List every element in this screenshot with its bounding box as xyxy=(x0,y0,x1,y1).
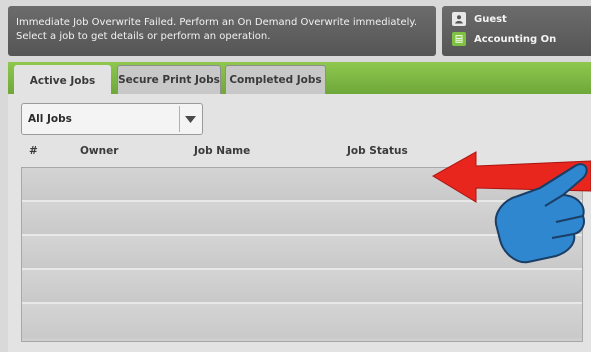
job-filter-dropdown[interactable]: All Jobs xyxy=(21,103,203,135)
column-header-owner: Owner xyxy=(80,145,119,157)
column-header-number: # xyxy=(29,145,38,157)
table-row[interactable] xyxy=(22,236,582,270)
user-label: Guest xyxy=(474,13,507,25)
login-user[interactable]: Guest xyxy=(452,12,507,26)
chevron-down-icon[interactable] xyxy=(179,106,200,132)
table-row[interactable] xyxy=(22,304,582,338)
table-row[interactable] xyxy=(22,270,582,304)
user-panel[interactable]: Guest Accounting On xyxy=(442,6,591,56)
tab-completed-jobs[interactable]: Completed Jobs xyxy=(225,65,326,94)
tab-active-jobs[interactable]: Active Jobs xyxy=(14,65,111,96)
accounting-status: Accounting On xyxy=(452,32,556,46)
jobs-table[interactable] xyxy=(21,167,583,342)
column-header-job-name: Job Name xyxy=(194,145,251,157)
user-icon xyxy=(452,12,466,26)
table-row[interactable] xyxy=(22,202,582,236)
message-line-2: Select a job to get details or perform a… xyxy=(16,31,271,42)
message-line-1: Immediate Job Overwrite Failed. Perform … xyxy=(16,17,418,28)
job-filter-value: All Jobs xyxy=(28,113,72,125)
message-bar: Immediate Job Overwrite Failed. Perform … xyxy=(8,6,436,56)
column-header-job-status: Job Status xyxy=(347,145,408,157)
accounting-icon xyxy=(452,32,466,46)
table-row[interactable] xyxy=(22,168,582,202)
job-status-screen: Immediate Job Overwrite Failed. Perform … xyxy=(0,0,591,352)
tab-secure-print-jobs[interactable]: Secure Print Jobs xyxy=(117,65,221,94)
accounting-label: Accounting On xyxy=(474,33,557,45)
